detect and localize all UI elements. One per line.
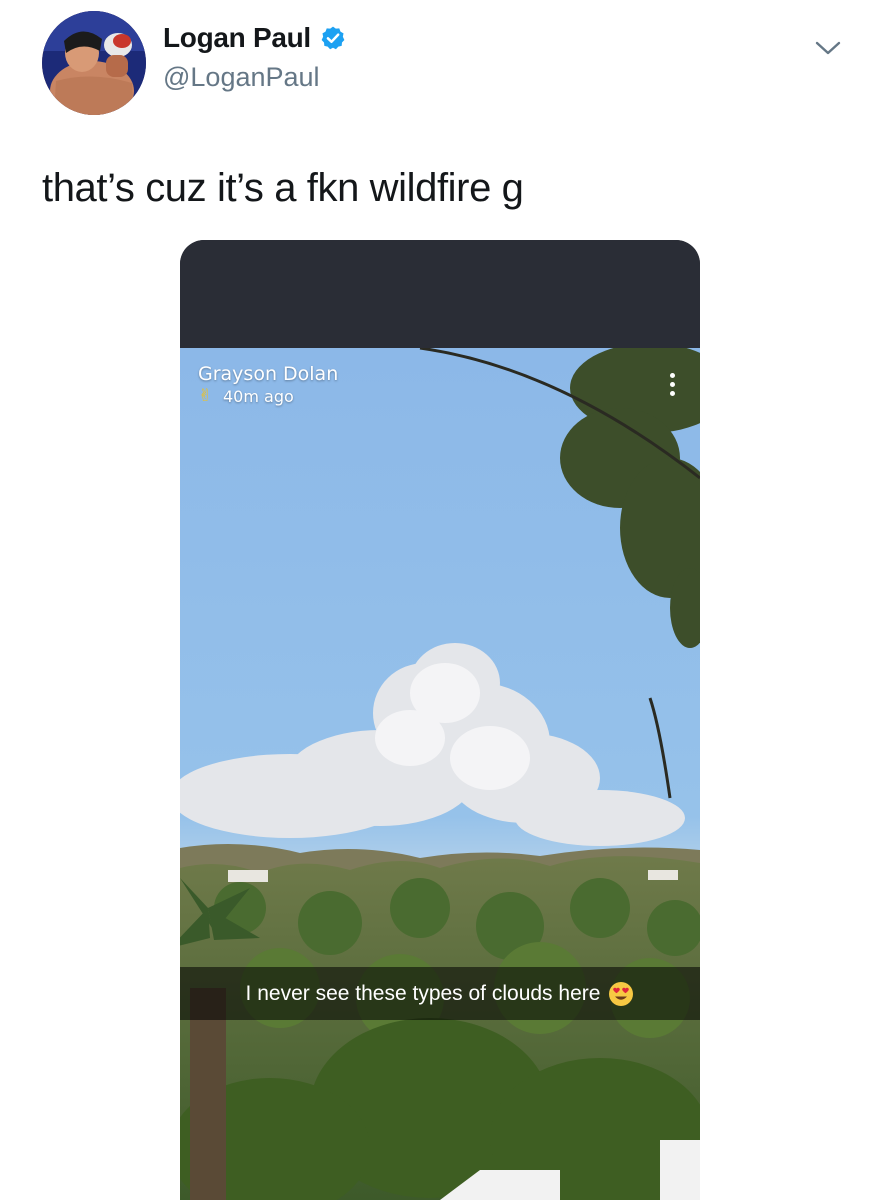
victory-hand-icon: ✌ xyxy=(198,386,213,405)
snap-username: Grayson Dolan xyxy=(198,363,339,385)
tweet-media-image[interactable]: Grayson Dolan ✌ 40m ago I never see thes… xyxy=(180,240,700,1200)
chevron-down-icon[interactable] xyxy=(810,30,846,66)
snap-top-bar xyxy=(180,240,700,348)
user-handle[interactable]: @LoganPaul xyxy=(163,62,320,93)
snap-photo xyxy=(180,348,700,1200)
snap-time-ago: 40m ago xyxy=(223,386,294,406)
name-row: Logan Paul xyxy=(163,22,346,54)
snap-timestamp: ✌ 40m ago xyxy=(198,386,294,406)
more-vertical-icon[interactable] xyxy=(668,373,678,403)
snap-caption: I never see these types of clouds here xyxy=(245,981,601,1005)
verified-badge-icon xyxy=(321,26,345,50)
avatar-image xyxy=(42,11,146,115)
tweet-text: that’s cuz it’s a fkn wildfire g xyxy=(42,166,524,210)
display-name[interactable]: Logan Paul xyxy=(163,22,311,54)
avatar[interactable] xyxy=(42,11,146,115)
heart-eyes-icon xyxy=(609,981,634,1006)
snap-caption-bar: I never see these types of clouds here xyxy=(180,967,700,1020)
tweet-header: Logan Paul @LoganPaul xyxy=(0,0,881,130)
